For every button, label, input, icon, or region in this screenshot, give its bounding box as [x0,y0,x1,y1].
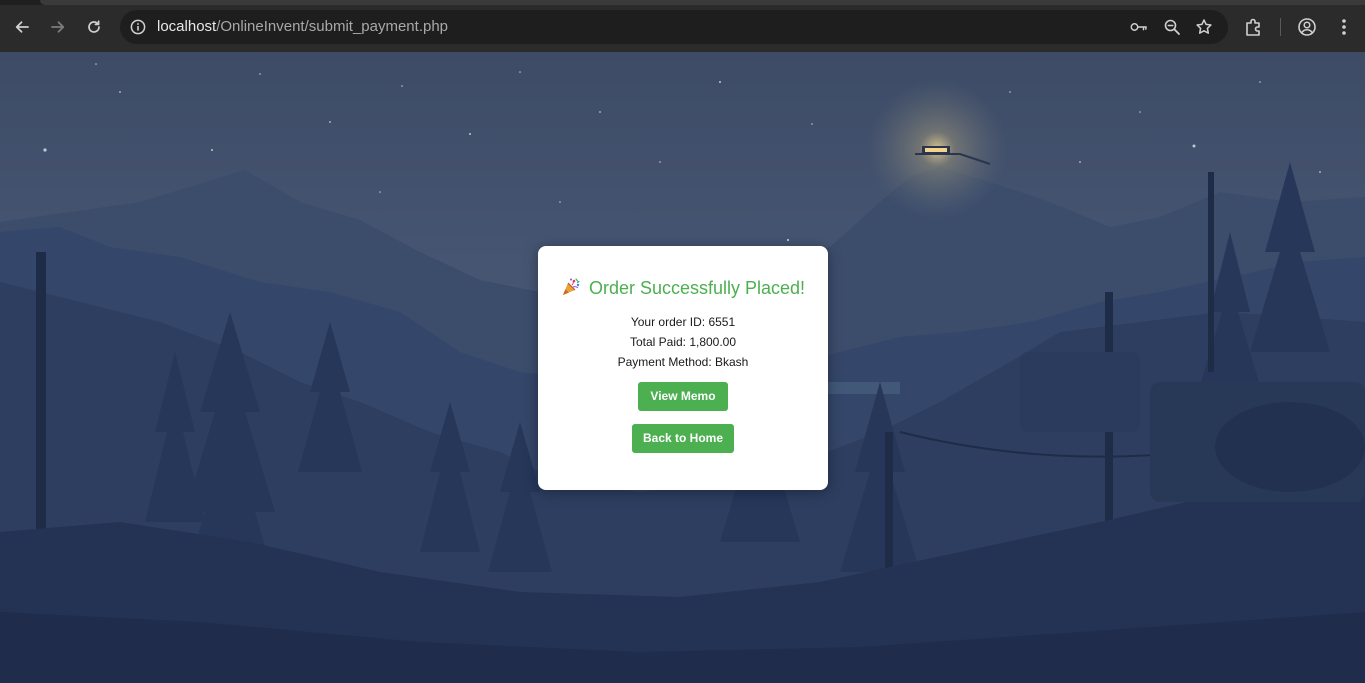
arrow-left-icon [15,21,29,33]
bookmark-button[interactable] [1195,18,1213,36]
forward-button[interactable] [45,14,71,40]
order-success-title: Order Successfully Placed! [588,278,806,298]
url-path: /OnlineInvent/submit_payment.php [216,18,449,35]
url-host: localhost [157,18,217,35]
party-popper-icon [562,278,580,295]
arrow-right-icon [51,21,65,33]
browser-toolbar: localhost/OnlineInvent/submit_payment.ph… [0,0,1365,52]
browser-menu-button[interactable] [1333,16,1355,38]
order-success-heading: Order Successfully Placed! [538,277,828,299]
menu-kebab-icon [1342,19,1346,35]
toolbar-separator [1280,18,1281,36]
reload-icon [88,20,100,33]
back-to-home-button[interactable]: Back to Home [632,424,734,453]
password-key-button[interactable] [1130,18,1148,36]
back-button[interactable] [9,14,35,40]
extensions-icon [1246,18,1260,36]
star-icon [1196,19,1212,34]
order-id-line: Your order ID: 6551 [630,315,736,329]
address-bar[interactable]: localhost/OnlineInvent/submit_payment.ph… [120,10,1228,44]
url-text[interactable]: localhost/OnlineInvent/submit_payment.ph… [157,18,448,36]
payment-method-line: Payment Method: Bkash [617,355,749,369]
reload-button[interactable] [81,14,107,40]
page-viewport: Order Successfully Placed! Your order ID… [0,52,1365,683]
tab-strip-bar [40,0,1365,5]
profile-button[interactable] [1296,16,1318,38]
view-memo-button[interactable]: View Memo [638,382,728,411]
zoom-button[interactable] [1163,18,1181,36]
key-icon [1130,23,1147,31]
profile-icon [1298,18,1316,36]
extensions-button[interactable] [1243,16,1265,38]
site-info-icon[interactable] [129,18,147,36]
zoom-icon [1164,19,1180,35]
order-success-card: Order Successfully Placed! Your order ID… [538,246,828,490]
total-paid-line: Total Paid: 1,800.00 [629,335,737,349]
